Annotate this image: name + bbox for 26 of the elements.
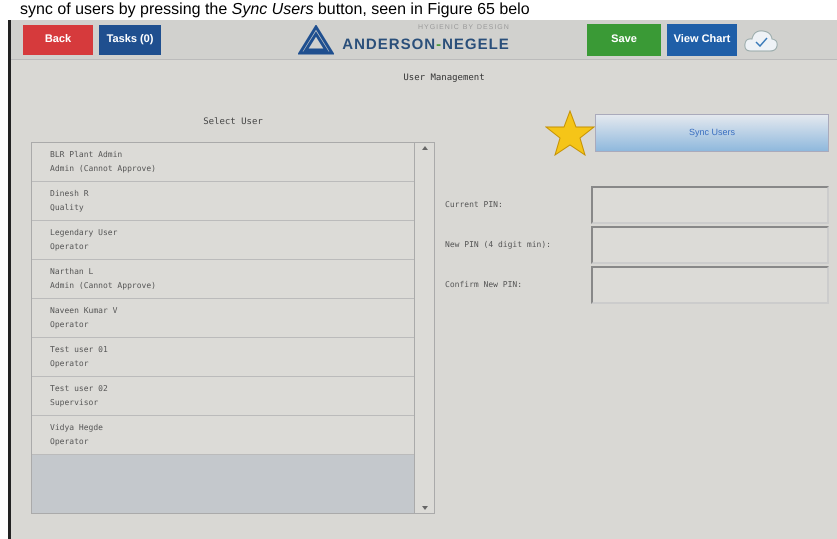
page-title: User Management bbox=[402, 72, 486, 85]
sync-users-button[interactable]: Sync Users bbox=[595, 114, 829, 152]
pin-input[interactable] bbox=[591, 266, 829, 304]
pin-input[interactable] bbox=[591, 186, 829, 224]
user-list-item[interactable]: Narthan L Admin (Cannot Approve) bbox=[32, 260, 414, 299]
view-chart-button[interactable]: View Chart bbox=[667, 24, 737, 56]
field-label: Current PIN: bbox=[445, 198, 504, 210]
user-list-item[interactable]: Test user 01 Operator bbox=[32, 338, 414, 377]
select-user-label: Select User bbox=[202, 116, 264, 128]
tasks-button[interactable]: Tasks (0) bbox=[99, 24, 161, 54]
star-icon bbox=[545, 110, 595, 156]
field-label: Confirm New PIN: bbox=[445, 278, 524, 290]
user-list-item[interactable]: Legendary User Operator bbox=[32, 221, 414, 260]
scroll-up-icon[interactable] bbox=[420, 145, 428, 151]
document-caption: sync of users by pressing the Sync Users button, seen in Figure 65 belo bbox=[19, 0, 531, 20]
pin-input[interactable] bbox=[591, 226, 829, 264]
brand-name: ANDERSON-NEGELE bbox=[342, 34, 510, 54]
back-button[interactable]: Back bbox=[23, 24, 93, 54]
field-label: New PIN (4 digit min): bbox=[445, 238, 552, 250]
user-list-item[interactable]: Naveen Kumar V Operator bbox=[32, 299, 414, 338]
user-list-item[interactable]: Test user 02 Supervisor bbox=[32, 377, 414, 416]
scroll-down-icon[interactable] bbox=[420, 505, 428, 511]
user-list-item[interactable]: BLR Plant Admin Admin (Cannot Approve) bbox=[32, 143, 414, 182]
save-button[interactable]: Save bbox=[587, 24, 661, 56]
user-list-item[interactable]: Dinesh R Quality bbox=[32, 182, 414, 221]
triangle-logo-icon bbox=[298, 24, 334, 54]
